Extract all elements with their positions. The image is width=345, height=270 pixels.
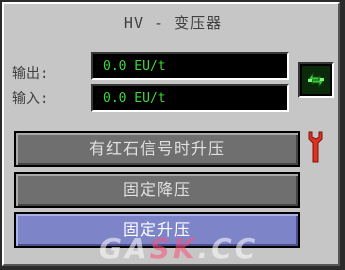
mode-button-fixed-step-down[interactable]: 固定降压 bbox=[14, 172, 300, 208]
output-value: 0.0 EU/t bbox=[103, 59, 166, 74]
input-field: 0.0 EU/t bbox=[91, 84, 289, 112]
window-title: HV - 变压器 bbox=[123, 14, 223, 32]
wrench-icon bbox=[308, 131, 323, 163]
input-value: 0.0 EU/t bbox=[103, 91, 166, 106]
mode-button-redstone-step-up[interactable]: 有红石信号时升压 bbox=[14, 131, 300, 167]
output-label: 输出: bbox=[12, 66, 49, 82]
input-label: 输入: bbox=[12, 91, 49, 107]
watermark-logo: GASK.CC bbox=[99, 232, 259, 265]
transformer-panel: HV - 变压器 输出: 0.0 EU/t 输入: 0.0 EU/t 有红石信号… bbox=[2, 2, 340, 266]
output-field: 0.0 EU/t bbox=[91, 52, 289, 80]
green-cycle-arrows-icon bbox=[302, 66, 330, 94]
cycle-mode-button[interactable] bbox=[298, 62, 334, 98]
